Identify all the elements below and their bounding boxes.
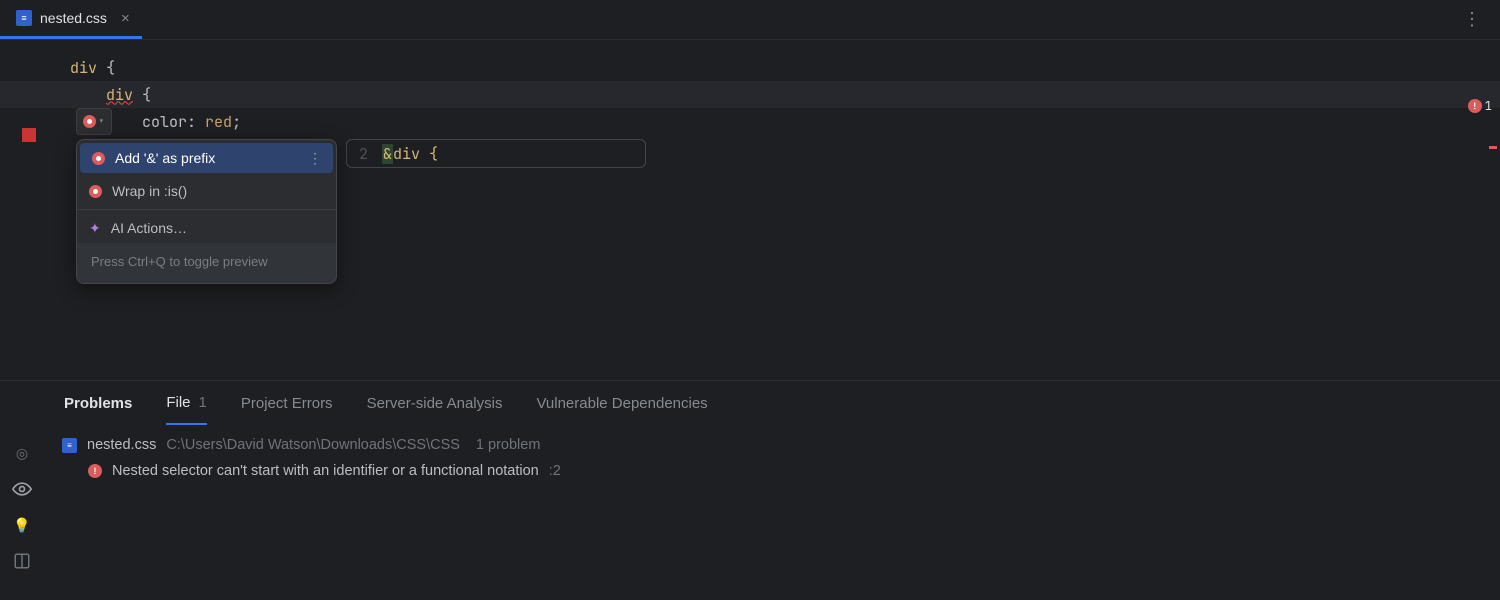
problems-issue-row[interactable]: ! Nested selector can't start with an id… [62,453,1500,479]
quickfix-popup: Add '&' as prefix ⋮ Wrap in :is() ✦ AI A… [76,139,337,284]
issue-location: :2 [549,463,561,479]
code-text: div [70,58,97,78]
close-icon[interactable]: × [121,10,130,27]
tab-bar: ≡ nested.css × ⋮ [0,0,1500,40]
preview-ampersand: & [382,144,393,164]
quickfix-label: Wrap in :is() [112,183,187,199]
separator [77,209,336,210]
quickfix-item-wrap-is[interactable]: Wrap in :is() [77,176,336,206]
code-text-error: div [106,85,133,105]
quickfix-preview: 2 & div { [346,139,646,168]
problems-summary: 1 problem [476,437,540,453]
css-file-icon: ≡ [16,10,32,26]
preview-line-number: 2 [359,144,368,164]
layout-icon[interactable] [12,551,32,571]
quickfix-item-add-prefix[interactable]: Add '&' as prefix ⋮ [80,143,333,173]
tab-server-analysis[interactable]: Server-side Analysis [367,381,503,425]
tab-file[interactable]: File1 [166,381,207,425]
quickfix-label: AI Actions… [111,220,187,236]
error-stripe-marker[interactable] [1489,146,1497,149]
quickfix-label: Add '&' as prefix [115,150,215,166]
sparkle-icon: ✦ [89,220,101,237]
chevron-down-icon: ▾ [98,115,105,129]
problems-filename: nested.css [87,437,156,453]
problems-file-row[interactable]: ≡ nested.css C:\Users\David Watson\Downl… [62,437,1500,453]
tab-active[interactable]: ≡ nested.css × [0,0,142,39]
tab-filename: nested.css [40,10,107,26]
css-file-icon: ≡ [62,438,77,453]
error-icon: ! [88,464,102,478]
issue-text: Nested selector can't start with an iden… [112,463,539,479]
error-stripe: ! 1 ⌃ ⌄ [1486,80,1500,114]
error-count: 1 [1485,98,1492,114]
kebab-menu-icon[interactable]: ⋮ [1445,9,1500,30]
file-issue-count: 1 [199,394,207,411]
preview-code: div { [393,144,438,164]
quickfix-item-ai-actions[interactable]: ✦ AI Actions… [77,213,336,243]
intention-bulb-button[interactable]: ▾ [76,108,112,135]
problems-filepath: C:\Users\David Watson\Downloads\CSS\CSS [166,437,460,453]
problems-panel: ◎ 💡 Problems File1 Project Errors Server… [0,380,1500,600]
error-icon: ! [1468,99,1482,113]
bulb-icon [92,152,105,165]
tab-problems[interactable]: Problems [64,381,132,425]
tab-project-errors[interactable]: Project Errors [241,381,333,425]
popup-hint: Press Ctrl+Q to toggle preview [77,243,336,283]
bulb-icon [89,185,102,198]
error-count-badge[interactable]: ! 1 ⌃ ⌄ [1468,98,1500,114]
bulb-icon[interactable]: 💡 [12,515,32,535]
error-gutter-marker[interactable] [22,128,36,142]
eye-icon[interactable] [12,479,32,499]
target-icon[interactable]: ◎ [12,443,32,463]
bulb-icon [83,115,96,128]
panel-toolstrip: ◎ 💡 [0,381,44,600]
tab-vulnerable-deps[interactable]: Vulnerable Dependencies [536,381,707,425]
more-options-icon[interactable]: ⋮ [308,150,323,167]
panel-tabs: Problems File1 Project Errors Server-sid… [44,381,1500,425]
